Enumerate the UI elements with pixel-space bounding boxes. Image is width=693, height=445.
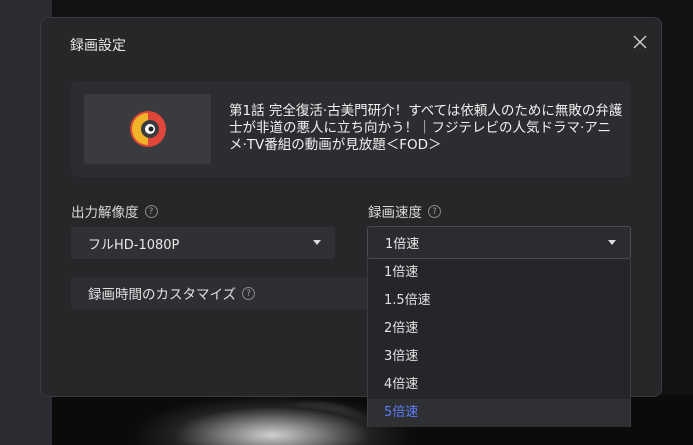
question-circle-icon[interactable]: ? [144, 204, 158, 218]
custom-recording-time-toggle[interactable]: 録画時間のカスタマイズ ? [71, 277, 369, 309]
dialog-title: 録画設定 [70, 38, 126, 54]
video-info-card: 第1話 完全復活·古美門研介！すべては依頼人のために無敗の弁護士が非道の悪人に立… [71, 81, 631, 177]
player-logo-icon [129, 111, 166, 147]
question-circle-icon[interactable]: ? [428, 204, 441, 218]
resolution-select[interactable]: フルHD-1080P [71, 227, 335, 259]
video-thumbnail [84, 94, 211, 164]
caret-down-icon [608, 240, 616, 245]
caret-down-icon [313, 240, 321, 245]
resolution-label: 出力解像度 ? [71, 201, 158, 221]
speed-dropdown-menu: 1倍速 1.5倍速 2倍速 3倍速 4倍速 5倍速 [367, 259, 631, 427]
close-button[interactable] [629, 31, 651, 53]
speed-option[interactable]: 1倍速 [368, 259, 630, 287]
speed-label: 録画速度 ? [368, 201, 441, 221]
speed-select[interactable]: 1倍速 [367, 226, 631, 259]
video-title: 第1話 完全復活·古美門研介！すべては依頼人のために無敗の弁護士が非道の悪人に立… [229, 103, 623, 153]
close-icon [633, 35, 647, 49]
speed-option[interactable]: 4倍速 [368, 371, 630, 399]
speed-option[interactable]: 2倍速 [368, 315, 630, 343]
speed-option[interactable]: 5倍速 [368, 399, 630, 427]
speed-option[interactable]: 3倍速 [368, 343, 630, 371]
question-circle-icon[interactable]: ? [242, 286, 256, 300]
speed-option[interactable]: 1.5倍速 [368, 287, 630, 315]
